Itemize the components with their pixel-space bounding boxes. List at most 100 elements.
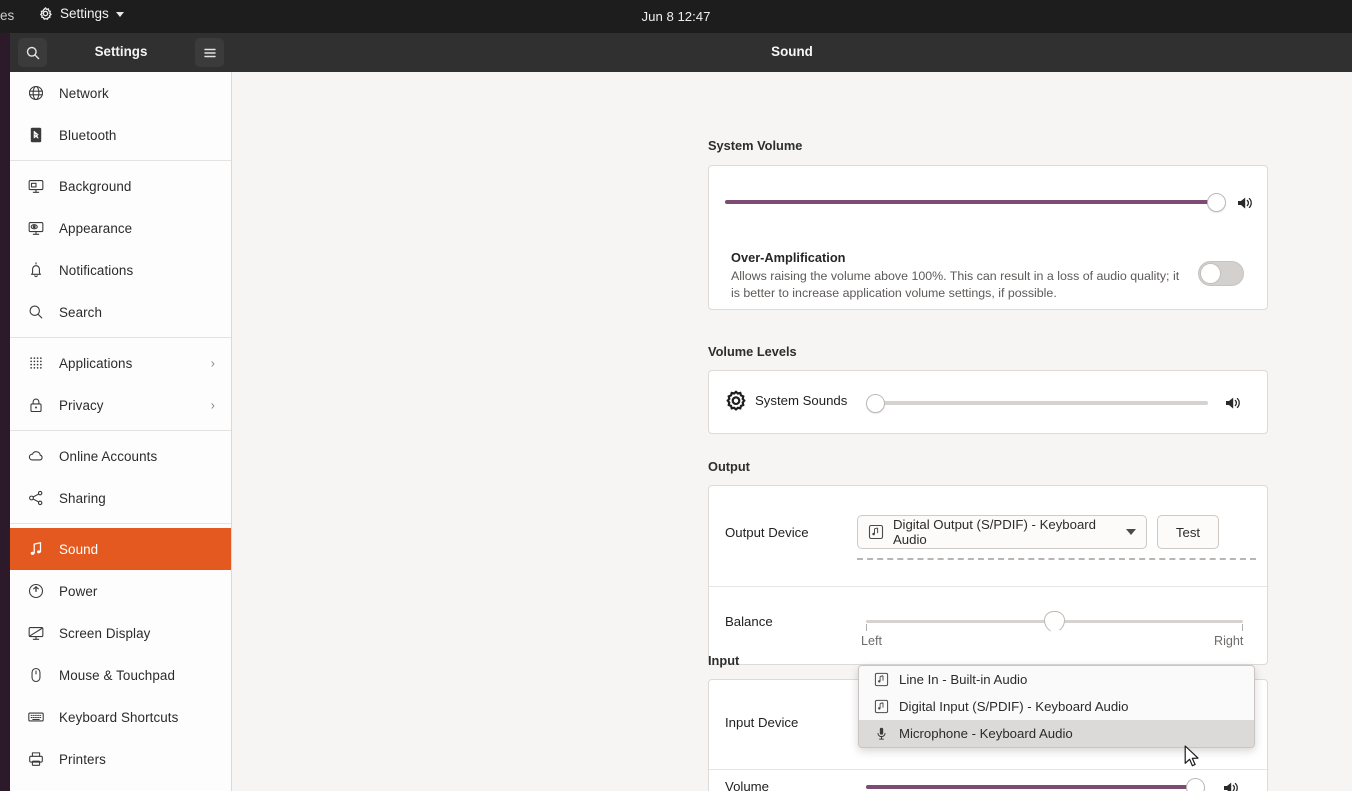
dropdown-option-label: Microphone - Keyboard Audio xyxy=(899,726,1073,741)
sidebar-item-label: Bluetooth xyxy=(59,127,117,143)
sidebar-item-label: Power xyxy=(59,583,98,599)
system-top-bar: es Settings Jun 8 12:47 xyxy=(0,0,1352,33)
output-device-row-label: Output Device xyxy=(725,525,809,540)
sidebar-item-search[interactable]: Search xyxy=(10,291,231,333)
dropdown-option-label: Line In - Built-in Audio xyxy=(899,672,1028,687)
volume-levels-section-title: Volume Levels xyxy=(708,344,797,359)
balance-tick-right xyxy=(1242,624,1243,631)
appearance-icon xyxy=(26,218,46,238)
input-volume-row-label: Volume xyxy=(725,779,769,791)
sidebar-item-removable-media[interactable]: Removable Media xyxy=(10,780,231,791)
speaker-volume-icon[interactable] xyxy=(1235,193,1255,218)
sidebar-item-power[interactable]: Power xyxy=(10,570,231,612)
audio-card-icon xyxy=(873,672,889,688)
sidebar-item-sound[interactable]: Sound xyxy=(10,528,231,570)
system-volume-section-title: System Volume xyxy=(708,138,803,153)
grid-icon xyxy=(26,353,46,373)
dropdown-option[interactable]: Microphone - Keyboard Audio xyxy=(859,720,1254,747)
bell-icon xyxy=(26,260,46,280)
sidebar-item-privacy[interactable]: Privacy › xyxy=(10,384,231,426)
toggle-knob xyxy=(1200,263,1221,284)
main-menu-button[interactable] xyxy=(195,38,224,67)
output-test-button[interactable]: Test xyxy=(1157,515,1219,549)
page-title: Sound xyxy=(771,44,813,59)
sidebar-item-background[interactable]: Background xyxy=(10,165,231,207)
sidebar-item-label: Notifications xyxy=(59,262,134,278)
sidebar-item-network[interactable]: Network xyxy=(10,72,231,114)
sidebar-item-printers[interactable]: Printers xyxy=(10,738,231,780)
sidebar-item-appearance[interactable]: Appearance xyxy=(10,207,231,249)
sidebar-item-label: Sharing xyxy=(59,490,106,506)
system-volume-slider-knob[interactable] xyxy=(1207,193,1226,212)
sidebar-item-label: Online Accounts xyxy=(59,448,158,464)
sidebar-item-label: Printers xyxy=(59,751,106,767)
dropdown-option[interactable]: Line In - Built-in Audio xyxy=(859,666,1254,693)
speaker-volume-icon[interactable] xyxy=(1221,778,1241,791)
sidebar-item-label: Appearance xyxy=(59,220,133,236)
sidebar-item-online-accounts[interactable]: Online Accounts xyxy=(10,435,231,477)
dropdown-option-label: Digital Input (S/PDIF) - Keyboard Audio xyxy=(899,699,1129,714)
audio-card-icon xyxy=(873,699,889,715)
audio-card-icon xyxy=(868,524,884,540)
chevron-right-icon: › xyxy=(210,355,215,371)
system-sounds-gear-icon xyxy=(725,389,747,411)
sidebar-item-screen-display[interactable]: Screen Display xyxy=(10,612,231,654)
sound-settings-content: System Volume Over-Amplification Allows … xyxy=(232,72,1352,791)
balance-row-label: Balance xyxy=(725,614,773,629)
sidebar-item-label: Search xyxy=(59,304,103,320)
monitor-icon xyxy=(26,176,46,196)
over-amplification-description-line1: Allows raising the volume above 100%. Th… xyxy=(731,269,1180,283)
bluetooth-icon xyxy=(26,125,46,145)
balance-left-label: Left xyxy=(861,634,883,648)
sidebar-item-mouse-touchpad[interactable]: Mouse & Touchpad xyxy=(10,654,231,696)
input-device-dropdown-popup[interactable]: Line In - Built-in Audio Digital Input (S… xyxy=(858,665,1255,748)
over-amplification-description-line2: is better to increase application volume… xyxy=(731,286,1057,300)
search-icon xyxy=(26,302,46,322)
system-sounds-slider-track xyxy=(874,401,1208,405)
hamburger-menu-icon xyxy=(203,48,216,57)
display-icon xyxy=(26,623,46,643)
music-note-icon xyxy=(26,539,46,559)
settings-window: Settings Sound Network Bluetooth Backgroun… xyxy=(10,33,1352,791)
over-amplification-title: Over-Amplification xyxy=(731,250,846,265)
input-card-divider xyxy=(709,769,1269,770)
settings-sidebar[interactable]: Network Bluetooth Background Appearance Noti… xyxy=(10,72,232,791)
sidebar-item-keyboard-shortcuts[interactable]: Keyboard Shortcuts xyxy=(10,696,231,738)
sidebar-separator xyxy=(10,430,231,431)
input-section-title: Input xyxy=(708,653,740,668)
sidebar-item-sharing[interactable]: Sharing xyxy=(10,477,231,519)
sidebar-item-label: Mouse & Touchpad xyxy=(59,667,175,683)
balance-tick-left xyxy=(866,624,867,631)
dropdown-option[interactable]: Digital Input (S/PDIF) - Keyboard Audio xyxy=(859,693,1254,720)
input-volume-slider-fill xyxy=(866,785,1196,789)
output-device-dropdown[interactable]: Digital Output (S/PDIF) - Keyboard Audio xyxy=(857,515,1147,549)
microphone-icon xyxy=(873,726,889,742)
sidebar-header: Settings xyxy=(10,33,232,72)
over-amplification-toggle[interactable] xyxy=(1198,261,1244,286)
speaker-volume-icon[interactable] xyxy=(1223,393,1243,418)
output-card-divider xyxy=(709,586,1269,587)
balance-slider-knob[interactable] xyxy=(1044,611,1065,632)
system-sounds-label: System Sounds xyxy=(755,392,848,408)
volume-levels-card: System Sounds xyxy=(708,370,1268,434)
keyboard-icon xyxy=(26,707,46,727)
input-volume-slider-knob[interactable] xyxy=(1186,778,1205,791)
sidebar-item-applications[interactable]: Applications › xyxy=(10,342,231,384)
printer-icon xyxy=(26,749,46,769)
ubuntu-dock-strip xyxy=(0,33,10,791)
sidebar-item-label: Applications xyxy=(59,355,133,371)
sidebar-item-notifications[interactable]: Notifications xyxy=(10,249,231,291)
balance-right-label: Right xyxy=(1214,634,1244,648)
share-icon xyxy=(26,488,46,508)
sidebar-item-label: Screen Display xyxy=(59,625,151,641)
output-card: Output Device Digital Output (S/PDIF) - … xyxy=(708,485,1269,665)
system-sounds-slider-knob[interactable] xyxy=(866,394,885,413)
system-volume-card: Over-Amplification Allows raising the vo… xyxy=(708,165,1268,310)
sidebar-separator xyxy=(10,523,231,524)
globe-icon xyxy=(26,83,46,103)
mouse-icon xyxy=(26,665,46,685)
topbar-clock[interactable]: Jun 8 12:47 xyxy=(0,9,1352,24)
input-device-row-label: Input Device xyxy=(725,715,799,730)
window-header-bar: Settings Sound xyxy=(10,33,1352,72)
sidebar-item-bluetooth[interactable]: Bluetooth xyxy=(10,114,231,156)
